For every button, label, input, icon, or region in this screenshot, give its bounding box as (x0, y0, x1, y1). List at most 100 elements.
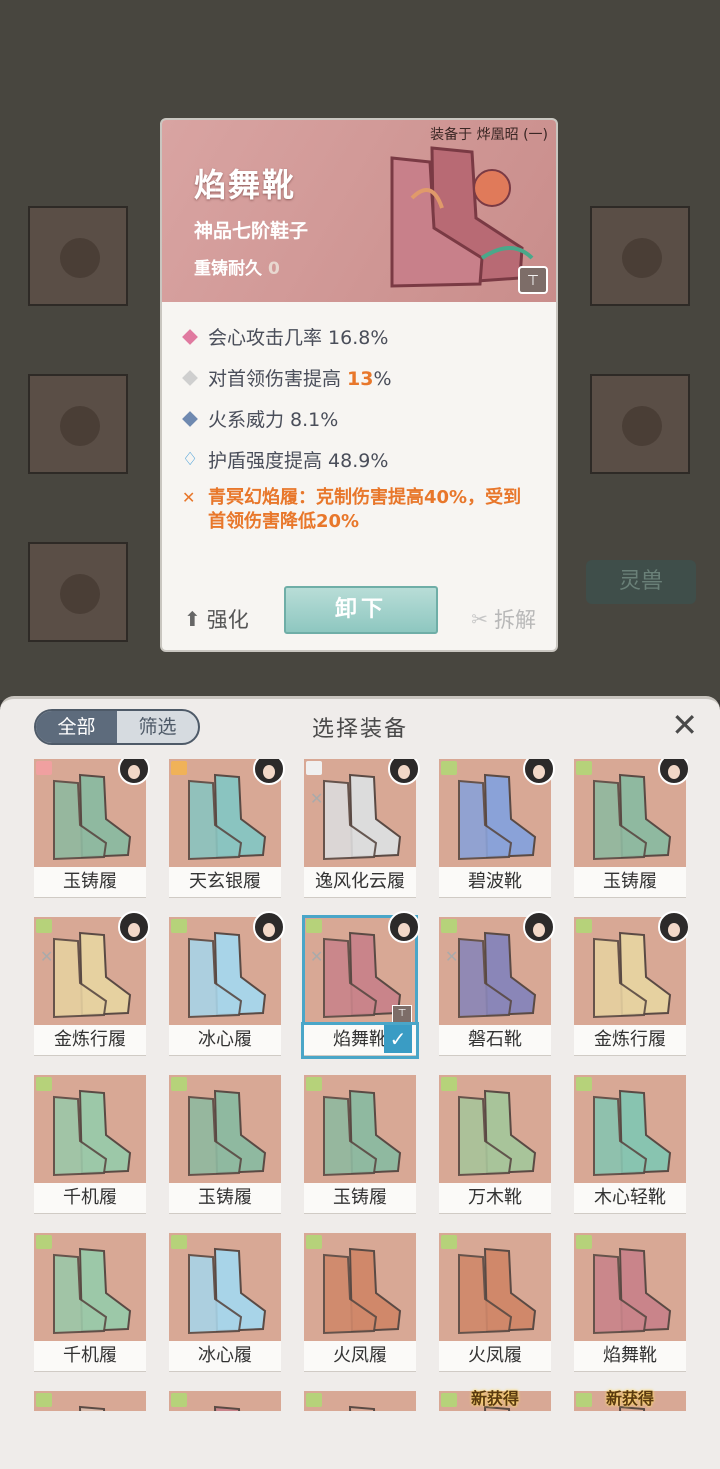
equipment-item[interactable]: 玉铸履 (34, 759, 150, 898)
boot-icon (593, 1089, 672, 1177)
attribute-list: 会心攻击几率 16.8% 对首领伤害提高 13% 火系威力 8.1% ♢ 护盾强… (182, 316, 546, 534)
blue-diamond-icon (182, 410, 198, 427)
item-detail-card: 装备于 烨凰昭 (一) 焰舞靴 神品七阶鞋子 重铸耐久 0 ⊤ 会心攻击几率 16… (160, 118, 558, 652)
new-badge: 新获得 (470, 1389, 519, 1408)
quality-tag-icon (36, 1077, 52, 1091)
equipment-item[interactable]: 玉铸履 (304, 1075, 416, 1214)
boot-icon (458, 1247, 537, 1335)
equipment-name: 玉铸履 (574, 867, 686, 898)
set-mark-icon: ✕ (310, 789, 324, 808)
boot-icon (188, 931, 267, 1019)
boot-icon (213, 1405, 241, 1411)
equipment-item[interactable]: ✕ ⊤ 焰舞靴 ✓ (301, 911, 420, 1059)
equipment-thumbnail (169, 1075, 281, 1183)
quality-tag-icon (36, 919, 52, 933)
recast-durability: 重铸耐久 0 (194, 254, 280, 279)
boot-icon (323, 1247, 402, 1335)
set-effect: ✕ 青冥幻焰履：克制伤害提高40%，受到首领伤害降低20% (182, 486, 546, 534)
set-effect-text: 青冥幻焰履：克制伤害提高40%，受到首领伤害降低20% (208, 487, 522, 532)
equipment-item[interactable]: 冰心履 (169, 911, 285, 1056)
quality-tag-icon (576, 919, 592, 933)
boot-icon (323, 931, 402, 1019)
bg-equip-slot-armor (28, 374, 128, 474)
dismantle-button[interactable]: ✂ 拆解 (471, 604, 536, 634)
boot-icon (188, 773, 267, 861)
equipment-item[interactable]: 天玄银履 (169, 759, 285, 898)
equipment-thumbnail (439, 1233, 551, 1341)
equipment-item[interactable]: 玉铸履 (169, 1075, 281, 1214)
lock-icon[interactable]: ⊤ (518, 266, 548, 294)
set-mark-icon: ✕ (310, 947, 324, 966)
bg-equip-slot-weapon (28, 206, 128, 306)
equipment-name: 天玄银履 (169, 867, 281, 898)
equipment-item[interactable]: 碧波靴 (439, 759, 555, 898)
quality-tag-icon (171, 1235, 187, 1249)
panel-title: 选择装备 (311, 717, 408, 742)
set-mark-icon: ✕ (40, 947, 54, 966)
equipment-item[interactable]: ✕ 磐石靴 (439, 911, 555, 1056)
checkmark-icon: ✓ (384, 1025, 412, 1053)
equipment-item[interactable]: 新获得 (574, 1389, 686, 1411)
item-name: 焰舞靴 (194, 166, 297, 204)
owner-avatar (658, 911, 688, 943)
recast-label: 重铸耐久 (194, 259, 262, 279)
equipment-item[interactable]: ✕ 金炼行履 (34, 911, 150, 1056)
equipment-name: 玉铸履 (304, 1183, 416, 1214)
boot-icon (188, 1089, 267, 1177)
boot-icon (53, 773, 132, 861)
unequip-button[interactable]: 卸下 (284, 586, 438, 634)
attribute-text: 火系威力 8.1% (208, 409, 339, 431)
bg-spirit-beast-tab: 灵兽 (586, 560, 696, 604)
equipment-item[interactable]: 玉铸履 (574, 759, 688, 898)
equipment-name: 玉铸履 (34, 867, 146, 898)
equipment-item[interactable]: 千机履 (34, 1075, 146, 1214)
equipment-item[interactable]: 金炼行履 (574, 911, 688, 1056)
quality-tag-icon (576, 1235, 592, 1249)
equipment-item[interactable] (304, 1391, 416, 1411)
owner-avatar (388, 911, 420, 943)
quality-tag-icon (36, 1393, 52, 1407)
dismantle-icon: ✂ (471, 607, 488, 631)
quality-tag-icon (306, 1235, 322, 1249)
equipment-item[interactable]: 新获得 (439, 1389, 551, 1411)
close-icon[interactable]: ✕ (671, 707, 698, 743)
equipment-item[interactable]: ✕ 逸风化云履 (304, 759, 420, 898)
equipment-item[interactable]: 万木靴 (439, 1075, 551, 1214)
quality-tag-icon (576, 1077, 592, 1091)
equipment-name: 焰舞靴 (574, 1341, 686, 1372)
grey-diamond-icon (182, 369, 198, 386)
equipment-item[interactable] (34, 1391, 146, 1411)
attribute-text: 对首领伤害提高 13% (208, 368, 392, 390)
equipment-thumbnail (169, 1233, 281, 1341)
quality-tag-icon (306, 761, 322, 775)
equipment-thumbnail (304, 1233, 416, 1341)
equipment-item[interactable]: 木心轻靴 (574, 1075, 686, 1214)
equipment-name: 千机履 (34, 1341, 146, 1372)
new-badge: 新获得 (605, 1389, 654, 1408)
quality-tag-icon (441, 919, 457, 933)
upgrade-button[interactable]: ⬆ 强化 (184, 604, 249, 634)
equipment-name: 金炼行履 (574, 1025, 686, 1056)
boot-icon (593, 773, 672, 861)
equipment-thumbnail (439, 1075, 551, 1183)
boot-icon (53, 931, 132, 1019)
equipment-item[interactable]: 火凤履 (439, 1233, 551, 1372)
equipment-item[interactable] (169, 1391, 281, 1411)
equipment-item[interactable]: 火凤履 (304, 1233, 416, 1372)
boot-icon (458, 931, 537, 1019)
boot-icon (323, 1089, 402, 1177)
quality-tag-icon (36, 1235, 52, 1249)
owner-avatar (253, 911, 285, 943)
bg-equip-slot-ring (590, 206, 690, 306)
equipment-name: 冰心履 (169, 1025, 281, 1056)
attribute-row: 火系威力 8.1% (182, 398, 546, 439)
attribute-row: 对首领伤害提高 13% (182, 357, 546, 398)
equipment-item[interactable]: 焰舞靴 (574, 1233, 686, 1372)
equipment-select-panel: 全部 筛选 选择装备 ✕ 玉铸履 天玄银履 ✕ 逸风化云履 碧波靴 玉铸履 ✕ 金炼行履 冰心履… (0, 696, 720, 1469)
quality-tag-icon (171, 919, 187, 933)
attribute-text: 护盾强度提高 48.9% (208, 450, 389, 472)
equipment-item[interactable]: 千机履 (34, 1233, 146, 1372)
equipment-name: 碧波靴 (439, 867, 551, 898)
equipment-item[interactable]: 冰心履 (169, 1233, 281, 1372)
quality-tag-icon (171, 1077, 187, 1091)
